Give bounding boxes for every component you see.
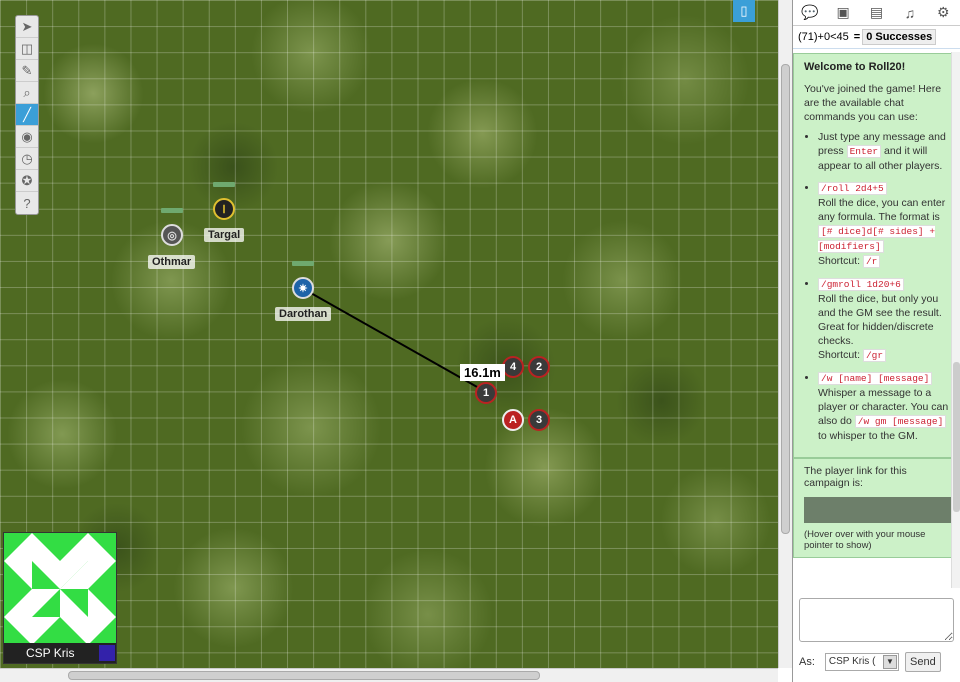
map-vertical-scroll-thumb[interactable] <box>781 64 790 534</box>
command-code: /w gm [message] <box>854 415 947 428</box>
chat-scrollbar[interactable] <box>951 52 960 588</box>
right-sidebar: 💬 ▣ ▤ ♫ ⚙ (71)+0<45 = 0 Successes Welcom… <box>792 0 960 682</box>
speak-as-row: As: CSP Kris ( ▼ Send <box>799 652 941 672</box>
command-item: /w [name] [message] Whisper a message to… <box>818 371 954 443</box>
distance-readout: 16.1m <box>460 364 505 381</box>
player-link-hint: (Hover over with your mouse pointer to s… <box>804 529 926 551</box>
map-vertical-scrollbar[interactable] <box>778 0 792 668</box>
game-map[interactable]: ▯ ➤ ◫ ✎ ⌕ ╱ ◉ ◷ ✪ ? Ⅰ Targal ◎ Othmar ✷ … <box>0 0 778 668</box>
targal-token[interactable]: Ⅰ <box>213 198 235 220</box>
send-button[interactable]: Send <box>904 652 941 672</box>
othmar-health-bar <box>161 208 183 213</box>
targal-label: Targal <box>204 228 245 242</box>
player-avatar[interactable]: CSP Kris <box>3 532 117 664</box>
command-code: /w [name] [message] <box>818 372 933 385</box>
enemy-token[interactable]: A <box>502 409 524 431</box>
roll-equals: = <box>853 31 861 43</box>
map-horizontal-scroll-thumb[interactable] <box>68 671 540 680</box>
chat-tab-icon[interactable]: 💬 <box>799 4 821 21</box>
player-color-swatch[interactable] <box>99 645 115 661</box>
command-code: /r <box>862 255 881 268</box>
darothan-health-bar <box>292 261 314 266</box>
speak-as-value: CSP Kris ( <box>828 656 876 667</box>
speak-as-select[interactable]: CSP Kris ( ▼ <box>824 653 899 671</box>
command-item: Just type any message and press Enter an… <box>818 130 954 173</box>
avatar-identicon <box>4 533 116 645</box>
player-link-text: The player link for this campaign is: <box>804 465 907 489</box>
enemy-token[interactable]: 4 <box>502 356 524 378</box>
chat-log[interactable]: (71)+0<45 = 0 Successes Welcome to Roll2… <box>793 26 960 588</box>
player-link-message: The player link for this campaign is: (H… <box>793 458 960 558</box>
roll-result-row: (71)+0<45 = 0 Successes <box>793 26 960 49</box>
enemy-token[interactable]: 3 <box>528 409 550 431</box>
speak-as-label: As: <box>799 656 815 668</box>
roll-formula: (71)+0<45 <box>795 30 852 44</box>
command-item: /gmroll 1d20+6 Roll the dice, but only y… <box>818 277 954 363</box>
command-code: /gmroll 1d20+6 <box>818 278 904 291</box>
roll-result: 0 Successes <box>862 29 937 45</box>
command-code: /roll 2d4+5 <box>818 182 887 195</box>
command-code: Enter <box>846 145 882 158</box>
chat-input[interactable] <box>799 598 954 642</box>
othmar-label: Othmar <box>148 255 196 269</box>
settings-gear-icon[interactable]: ⚙ <box>932 4 954 21</box>
welcome-intro: You've joined the game! Here are the ava… <box>804 83 942 123</box>
chevron-down-icon: ▼ <box>882 655 897 669</box>
darothan-label: Darothan <box>275 307 332 321</box>
player-link-hidden-box[interactable] <box>804 497 954 523</box>
art-library-tab-icon[interactable]: ▣ <box>832 4 854 21</box>
command-item: /roll 2d4+5 Roll the dice, you can enter… <box>818 181 954 269</box>
jukebox-tab-icon[interactable]: ♫ <box>899 5 921 21</box>
targal-health-bar <box>213 182 235 187</box>
othmar-token[interactable]: ◎ <box>161 224 183 246</box>
darothan-token[interactable]: ✷ <box>292 277 314 299</box>
map-horizontal-scrollbar[interactable] <box>0 668 778 682</box>
welcome-message: Welcome to Roll20! You've joined the gam… <box>793 53 960 458</box>
chat-scroll-thumb[interactable] <box>953 362 960 512</box>
journal-tab-icon[interactable]: ▤ <box>865 4 887 21</box>
sidebar-tabs: 💬 ▣ ▤ ♫ ⚙ <box>793 0 960 26</box>
command-list: Just type any message and press Enter an… <box>818 130 954 443</box>
command-code: /gr <box>862 349 887 362</box>
enemy-token[interactable]: 2 <box>528 356 550 378</box>
welcome-title: Welcome to Roll20! <box>804 61 906 73</box>
enemy-token[interactable]: 1 <box>475 382 497 404</box>
command-code: [# dice]d[# sides] + [modifiers] <box>818 225 936 253</box>
